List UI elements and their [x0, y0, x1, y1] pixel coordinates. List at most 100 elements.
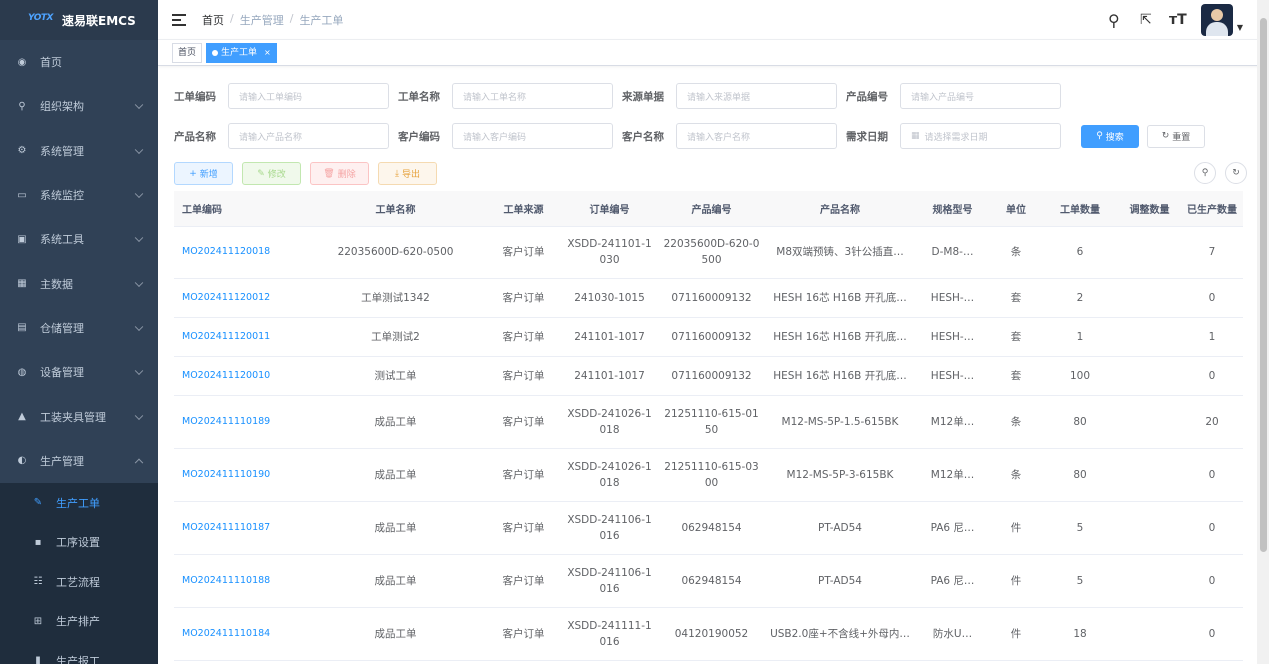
column-header: 工单编码: [174, 191, 305, 227]
font-size-icon[interactable]: тT: [1169, 12, 1187, 28]
cell-order: 241101-1017: [561, 317, 658, 357]
breadcrumb-item[interactable]: 首页: [202, 12, 224, 28]
cell-order: 241030-1015: [561, 278, 658, 318]
workorder-table: 工单编码 工单名称 工单来源 订单编号 产品编号 产品名称 规格型号 单位 工单数量 调整数量 已生…: [174, 191, 1243, 661]
cell-done: 0: [1181, 554, 1243, 608]
column-header: 规格型号: [915, 191, 990, 227]
search-input[interactable]: 请输入来源单据: [676, 83, 837, 109]
column-header: 产品名称: [765, 191, 915, 227]
table-row[interactable]: MO202411110189 成品工单 客户订单 XSDD-241026-1018 21…: [174, 395, 1243, 449]
sidebar-item[interactable]: ◍ 设备管理: [0, 350, 158, 394]
sidebar-item-label: 系统管理: [40, 144, 84, 158]
submenu-item[interactable]: ⊞ 生产排产: [0, 601, 158, 641]
table-row[interactable]: MO202411110184 成品工单 客户订单 XSDD-241111-1016 04…: [174, 607, 1243, 661]
avatar[interactable]: [1200, 4, 1233, 36]
refresh-icon: ↻: [1232, 168, 1240, 178]
grid-icon: ▦: [17, 278, 27, 290]
workorder-code-link[interactable]: MO202411120012: [174, 278, 305, 318]
delete-button[interactable]: 🗑 删除: [310, 162, 369, 185]
submenu-item[interactable]: ▪ 工序设置: [0, 522, 158, 562]
workorder-code-link[interactable]: MO202411110187: [174, 501, 305, 555]
tag-home[interactable]: 首页: [172, 42, 203, 63]
cell-adj: [1118, 501, 1181, 555]
trash-icon: 🗑: [323, 168, 335, 179]
reset-button[interactable]: ↻ 重置: [1147, 124, 1205, 148]
input-placeholder: 请输入产品名称: [239, 132, 303, 143]
breadcrumb-item: 生产管理: [239, 13, 284, 27]
sidebar-item[interactable]: ▤ 仓储管理: [0, 306, 158, 350]
cell-source: 客户订单: [486, 356, 561, 396]
toolbox-icon: ▣: [17, 233, 27, 245]
sidebar-item[interactable]: ▭ 系统监控: [0, 173, 158, 217]
vertical-scrollbar[interactable]: [1257, 0, 1269, 664]
fullscreen-icon[interactable]: ⇱: [1137, 12, 1155, 28]
table-row[interactable]: MO202411120011 工单测试2 客户订单 241101-1017 071160…: [174, 317, 1243, 357]
submenu-item[interactable]: ▮ 生产报工: [0, 641, 158, 664]
search-field-label: 客户编码: [398, 130, 440, 143]
refresh-button[interactable]: ↻: [1225, 162, 1247, 184]
search-icon[interactable]: ⚲: [1105, 11, 1123, 30]
cell-name: 工单测试2: [305, 317, 486, 357]
submenu-item-label: 生产工单: [56, 496, 100, 510]
search-field-label: 来源单据: [622, 90, 664, 103]
table-row[interactable]: MO202411110187 成品工单 客户订单 XSDD-241106-1016 06…: [174, 501, 1243, 555]
submenu-item-label: 工序设置: [56, 536, 100, 550]
search-input[interactable]: ▦ 请选择需求日期: [900, 123, 1061, 149]
table-row[interactable]: MO202411120012 工单测试1342 客户订单 241030-1015 071…: [174, 278, 1243, 318]
sidebar-item[interactable]: ⚲ 组织架构: [0, 84, 158, 128]
workorder-code-link[interactable]: MO202411110188: [174, 554, 305, 608]
workorder-code-link[interactable]: MO202411110184: [174, 607, 305, 661]
toggle-search-button[interactable]: ⚲: [1194, 162, 1216, 184]
search-input[interactable]: 请输入工单名称: [452, 83, 613, 109]
search-input[interactable]: 请输入产品名称: [228, 123, 389, 149]
search-input[interactable]: 请输入产品编号: [900, 83, 1061, 109]
workorder-code-link[interactable]: MO202411120018: [174, 226, 305, 279]
cell-source: 客户订单: [486, 278, 561, 318]
table-row[interactable]: MO202411120010 测试工单 客户订单 241101-1017 0711600…: [174, 356, 1243, 396]
column-header: 工单名称: [305, 191, 486, 227]
cell-product-name: HESH 16芯 H16B 开孔底…: [765, 356, 915, 396]
caret-down-icon[interactable]: ▼: [1237, 23, 1243, 32]
logo[interactable]: YOTX 速易联EMCS: [0, 0, 158, 40]
cell-qty: 80: [1042, 395, 1118, 449]
search-input[interactable]: 请输入客户编码: [452, 123, 613, 149]
search-input[interactable]: 请输入工单编码: [228, 83, 389, 109]
submenu-item[interactable]: ✎ 生产工单: [0, 483, 158, 523]
workorder-code-link[interactable]: MO202411120010: [174, 356, 305, 396]
edit-icon: ✎: [33, 497, 43, 509]
sidebar-item[interactable]: ▣ 系统工具: [0, 217, 158, 261]
table-icon: ⊞: [33, 615, 43, 627]
sidebar-item[interactable]: ◉ 首页: [0, 40, 158, 84]
add-button[interactable]: + 新增: [174, 162, 233, 185]
search-row: 工单编码 请输入工单编码 工单名称 请输入工单名称 来源单据 请输入来源单据 产品编号 请输入…: [174, 83, 1070, 109]
scrollbar-thumb[interactable]: [1260, 18, 1267, 552]
sidebar-item[interactable]: ▦ 主数据: [0, 261, 158, 305]
active-dot-icon: [212, 49, 219, 56]
submenu-item-label: 生产排产: [56, 615, 100, 629]
search-button[interactable]: ⚲ 搜索: [1081, 124, 1139, 148]
calendar-icon: ▦: [911, 131, 920, 141]
sidebar-item[interactable]: ▲ 工装夹具管理: [0, 394, 158, 438]
tag-active[interactable]: 生产工单 ×: [206, 42, 277, 63]
submenu-item[interactable]: ☷ 工艺流程: [0, 562, 158, 602]
cell-spec: PA6 尼…: [915, 501, 990, 555]
sidebar-item[interactable]: ◐ 生产管理: [0, 439, 158, 483]
search-icon: ⚲: [1096, 131, 1103, 141]
hamburger-icon[interactable]: [172, 13, 186, 26]
table-row[interactable]: MO202411120018 22035600D-620-0500 客户订单 XSDD…: [174, 226, 1243, 279]
table-row[interactable]: MO202411110188 成品工单 客户订单 XSDD-241106-1016 06…: [174, 554, 1243, 608]
sidebar-item[interactable]: ⚙ 系统管理: [0, 129, 158, 173]
table-row[interactable]: MO202411110190 成品工单 客户订单 XSDD-241026-1018 21…: [174, 448, 1243, 502]
edit-button[interactable]: ✎ 修改: [242, 162, 301, 185]
cell-qty: 80: [1042, 448, 1118, 502]
close-icon[interactable]: ×: [264, 44, 271, 62]
workorder-code-link[interactable]: MO202411110189: [174, 395, 305, 449]
search-field: 客户名称 请输入客户名称: [622, 123, 837, 149]
workorder-code-link[interactable]: MO202411120011: [174, 317, 305, 357]
cell-spec: HESH-…: [915, 356, 990, 396]
search-input[interactable]: 请输入客户名称: [676, 123, 837, 149]
cell-unit: 条: [990, 448, 1042, 502]
chevron-down-icon: [134, 233, 144, 243]
workorder-code-link[interactable]: MO202411110190: [174, 448, 305, 502]
export-button[interactable]: ⤓ 导出: [378, 162, 437, 185]
